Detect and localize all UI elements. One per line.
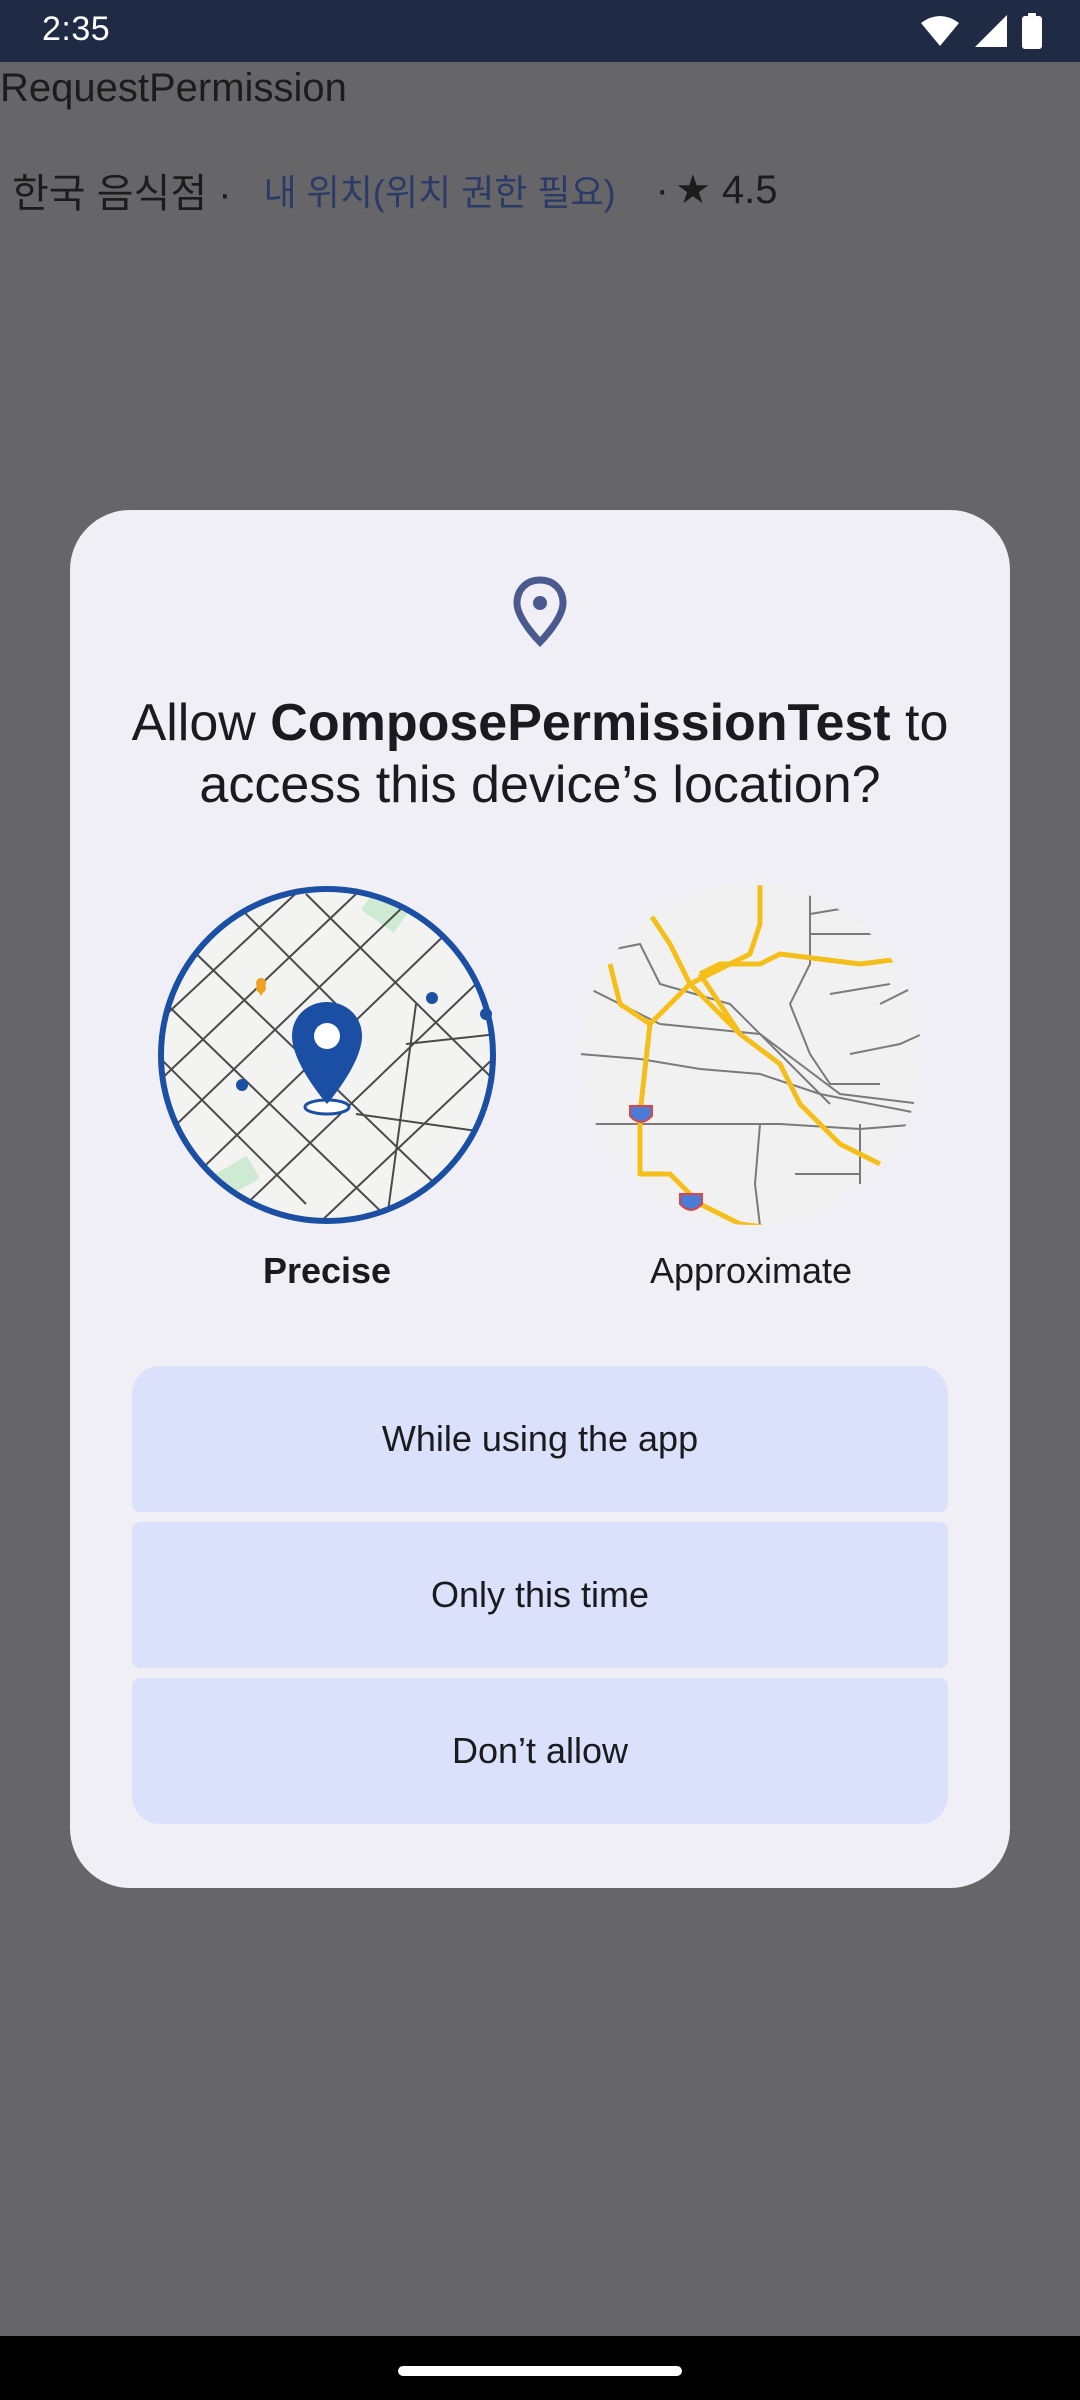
approximate-label: Approximate bbox=[649, 1250, 853, 1291]
location-pin-icon bbox=[513, 576, 567, 647]
status-bar: 2:35 bbox=[0, 0, 1080, 62]
restaurant-type: 한국 음식점 · bbox=[12, 172, 232, 216]
only-this-time-button[interactable]: Only this time bbox=[132, 1522, 948, 1668]
restaurant-info-row: 한국 음식점 · 내 위치(위치 권한 필요) · ★ 4.5 bbox=[12, 160, 778, 220]
status-time: 2:35 bbox=[42, 10, 111, 48]
while-using-app-button[interactable]: While using the app bbox=[132, 1366, 948, 1512]
app-title: RequestPermission bbox=[0, 66, 347, 110]
permission-dialog: Allow ComposePermissionTest to access th… bbox=[70, 510, 1010, 1888]
dialog-title: Allow ComposePermissionTest to access th… bbox=[131, 694, 949, 814]
navigation-bar bbox=[0, 2336, 1080, 2400]
rating-separator: · bbox=[655, 167, 669, 212]
dont-allow-button[interactable]: Don’t allow bbox=[132, 1678, 948, 1824]
cell-signal-icon bbox=[975, 15, 1007, 47]
location-permission-link[interactable]: 내 위치(위치 권한 필요) bbox=[264, 164, 616, 216]
home-handle[interactable] bbox=[398, 2366, 682, 2376]
precise-location-option[interactable] bbox=[156, 884, 498, 1226]
approximate-location-option[interactable] bbox=[580, 884, 922, 1226]
battery-icon bbox=[1022, 13, 1042, 49]
status-icons bbox=[920, 13, 1042, 49]
app-name: ComposePermissionTest bbox=[270, 694, 891, 752]
wifi-icon bbox=[921, 16, 959, 46]
precise-label: Precise bbox=[262, 1250, 392, 1291]
rating: ★ 4.5 bbox=[674, 168, 778, 212]
